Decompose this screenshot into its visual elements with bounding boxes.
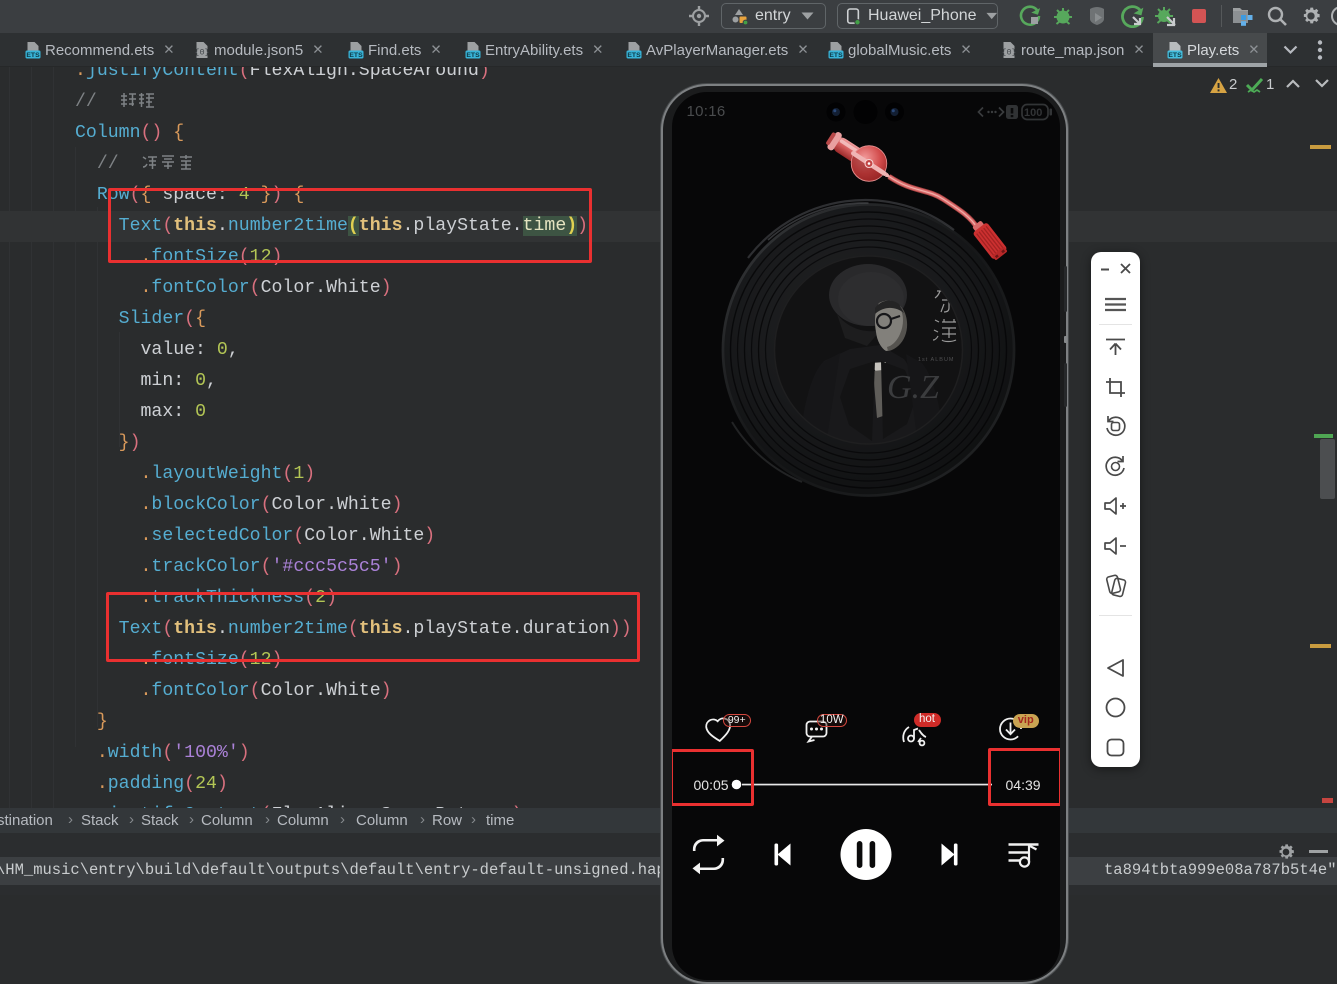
- svg-text:1st ALBUM: 1st ALBUM: [918, 357, 955, 363]
- svg-text:ETS: ETS: [466, 52, 480, 59]
- svg-text:{0}: {0}: [1001, 48, 1016, 58]
- svg-text:ETS: ETS: [349, 52, 363, 59]
- svg-text:ETS: ETS: [26, 52, 40, 59]
- svg-text:G.Z: G.Z: [887, 369, 940, 406]
- svg-text:ETS: ETS: [829, 52, 843, 59]
- svg-text:ETS: ETS: [1168, 52, 1182, 59]
- svg-text:ETS: ETS: [627, 52, 641, 59]
- svg-text:{0}: {0}: [194, 48, 209, 58]
